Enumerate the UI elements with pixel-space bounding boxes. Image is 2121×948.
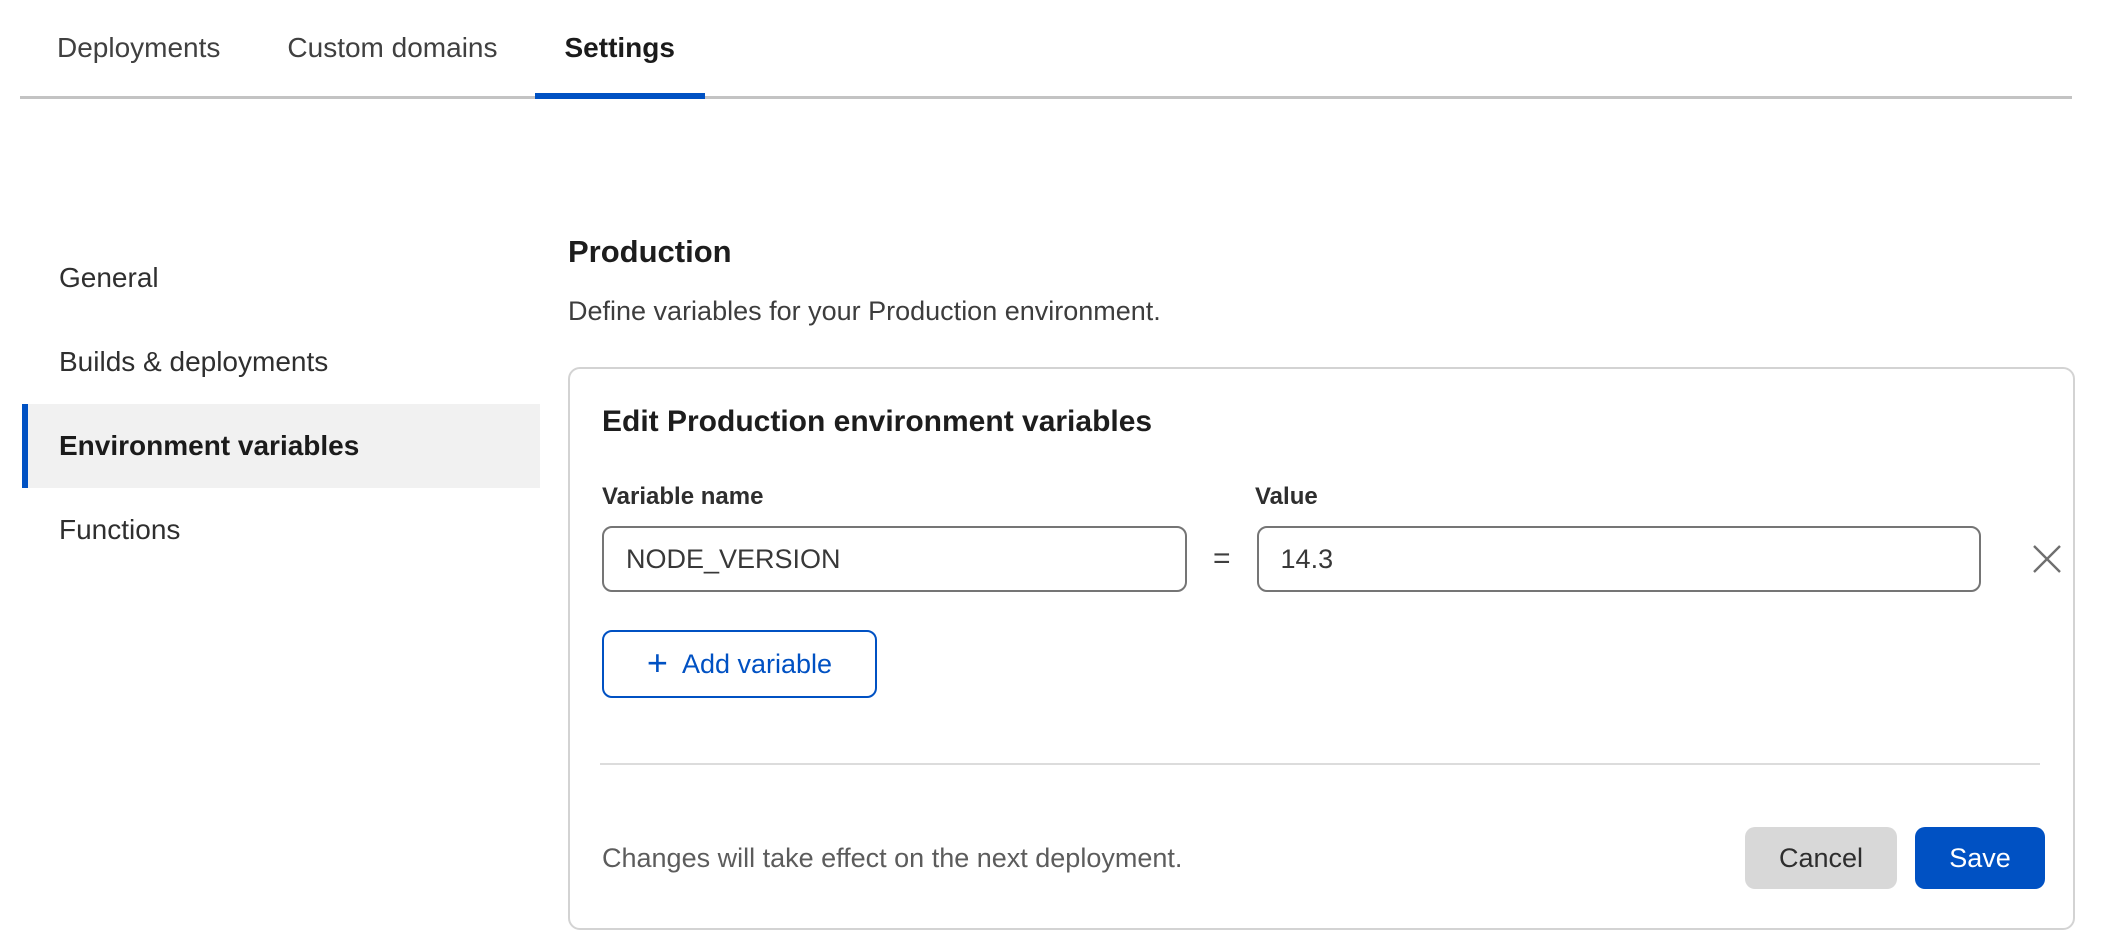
card-divider bbox=[600, 763, 2040, 765]
footer-actions: Cancel Save bbox=[1745, 827, 2045, 889]
deployment-note: Changes will take effect on the next dep… bbox=[602, 843, 1182, 874]
tab-bar: Deployments Custom domains Settings bbox=[20, 0, 2072, 99]
sidebar-item-general[interactable]: General bbox=[22, 236, 540, 320]
settings-sidebar: General Builds & deployments Environment… bbox=[22, 236, 540, 572]
active-tab-underline bbox=[535, 93, 705, 99]
plus-icon: + bbox=[647, 645, 668, 681]
env-vars-card: Edit Production environment variables Va… bbox=[568, 367, 2075, 930]
cancel-button[interactable]: Cancel bbox=[1745, 827, 1897, 889]
close-icon bbox=[2030, 542, 2064, 576]
save-button[interactable]: Save bbox=[1915, 827, 2045, 889]
sidebar-item-label: General bbox=[59, 262, 159, 294]
value-label: Value bbox=[1255, 483, 1318, 511]
sidebar-item-builds-deployments[interactable]: Builds & deployments bbox=[22, 320, 540, 404]
tab-label: Settings bbox=[565, 32, 675, 64]
add-variable-label: Add variable bbox=[682, 649, 832, 680]
equals-separator: = bbox=[1213, 542, 1231, 576]
sidebar-item-label: Builds & deployments bbox=[59, 346, 328, 378]
card-heading: Edit Production environment variables bbox=[602, 405, 1152, 439]
page-description: Define variables for your Production env… bbox=[568, 296, 1161, 327]
sidebar-item-label: Functions bbox=[59, 514, 180, 546]
variable-value-input[interactable] bbox=[1257, 526, 1981, 592]
sidebar-item-functions[interactable]: Functions bbox=[22, 488, 540, 572]
tab-settings[interactable]: Settings bbox=[535, 0, 705, 96]
variable-name-input[interactable] bbox=[602, 526, 1187, 592]
add-variable-button[interactable]: + Add variable bbox=[602, 630, 877, 698]
tab-label: Deployments bbox=[57, 32, 220, 64]
remove-variable-button[interactable] bbox=[2025, 537, 2069, 581]
sidebar-item-label: Environment variables bbox=[59, 430, 359, 462]
tab-label: Custom domains bbox=[287, 32, 497, 64]
variable-row: = bbox=[602, 525, 2069, 593]
tab-deployments[interactable]: Deployments bbox=[27, 0, 250, 96]
tab-custom-domains[interactable]: Custom domains bbox=[257, 0, 527, 96]
card-footer: Changes will take effect on the next dep… bbox=[602, 821, 2045, 895]
settings-page: Deployments Custom domains Settings Gene… bbox=[0, 0, 2121, 948]
page-title: Production bbox=[568, 234, 732, 270]
variable-name-label: Variable name bbox=[602, 483, 763, 511]
sidebar-item-environment-variables[interactable]: Environment variables bbox=[22, 404, 540, 488]
